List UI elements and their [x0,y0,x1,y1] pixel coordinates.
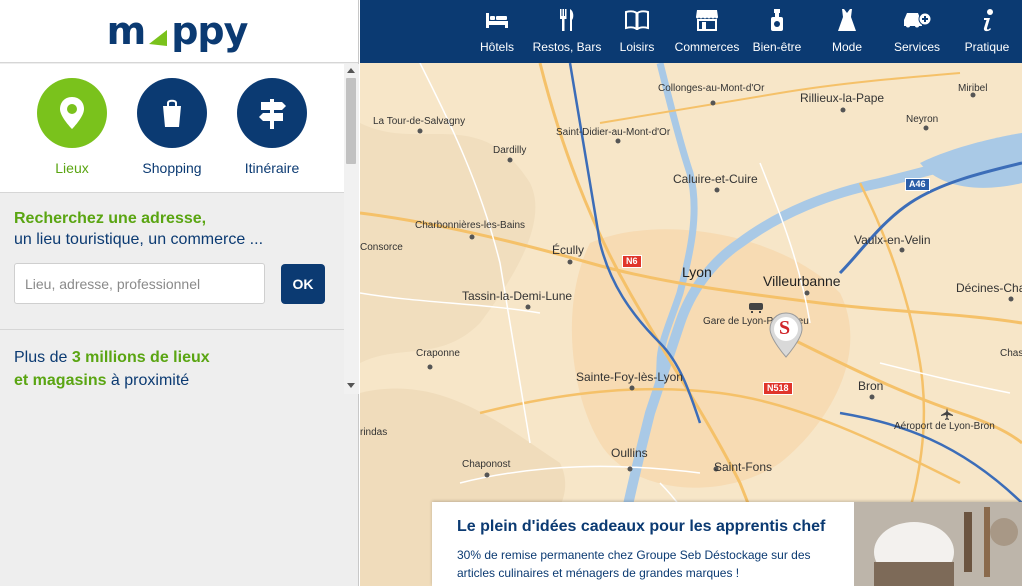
place-label: Tassin-la-Demi-Lune [462,289,573,303]
marker-letter: S [779,317,791,339]
left-panel: m ppy Lieux Shopping Itinéraire Recherch… [0,0,359,586]
store-icon [695,8,719,32]
promo-highlight-1: 3 millions de lieux [71,349,210,366]
mode-lieux[interactable]: Lieux [37,78,107,192]
mode-itineraire[interactable]: Itinéraire [237,78,307,192]
nav-services-label: Services [893,40,940,54]
nav-services[interactable]: Services [882,0,952,63]
nav-loisirs[interactable]: Loisirs [602,0,672,63]
nav-commerces-label: Commerces [674,40,740,54]
category-nav: Hôtels Restos, Bars Loisirs Commerces Bi… [360,0,1022,63]
place-label: Craponne [416,348,460,359]
search-section: Recherchez une adresse, un lieu touristi… [0,194,344,330]
place-label: Rillieux-la-Pape [800,91,885,105]
app-root: m ppy Lieux Shopping Itinéraire Recherch… [0,0,1022,586]
place-label: Sainte-Foy-lès-Lyon [576,370,683,384]
nav-bien-etre-label: Bien-être [752,40,802,54]
nav-mode-label: Mode [831,40,863,54]
nav-bien-etre[interactable]: Bien-être [742,0,812,63]
place-label: Bron [858,379,884,393]
ok-button[interactable]: OK [281,263,325,304]
ad-text: 30% de remise permanente chez Groupe Seb… [457,548,811,580]
place-label: Consorce [360,242,403,253]
promo-prefix: Plus de [14,349,72,366]
search-subtitle: un lieu touristique, un commerce ... [14,231,264,248]
scroll-thumb[interactable] [346,78,356,164]
search-row: OK [14,263,330,304]
place-label: Miribel [958,83,988,94]
place-label: Vaulx-en-Velin [854,233,931,247]
cutlery-icon [559,8,575,32]
train-station-icon[interactable] [748,301,764,313]
nav-restos-bars[interactable]: Restos, Bars [532,0,602,63]
nav-pratique[interactable]: Pratique [952,0,1022,63]
place-label: rindas [360,427,388,438]
place-label: Villeurbanne [763,273,841,289]
nav-restos-bars-label: Restos, Bars [532,40,602,54]
airport-icon[interactable] [940,407,954,421]
ad-banner[interactable]: Le plein d'idées cadeaux pour les appren… [432,502,1022,586]
bottle-icon [770,8,784,32]
place-label: Écully [552,243,585,257]
signpost-icon [237,78,307,148]
car-service-icon [902,8,932,32]
place-label: Décines-Charpieu [956,281,1022,295]
shopping-bag-icon [137,78,207,148]
promo-suffix: à proximité [106,372,190,389]
search-title: Recherchez une adresse, [14,210,207,227]
place-label: Neyron [906,114,939,125]
logo-bar: m ppy [0,0,358,63]
info-icon [980,8,994,32]
mode-lieux-label: Lieux [55,160,89,176]
nav-commerces[interactable]: Commerces [672,0,742,63]
place-label: Aéroport de Lyon-Bron [894,421,995,432]
place-label: Saint-Fons [714,460,773,474]
bed-icon [485,8,509,32]
place-label: Chaponost [462,459,511,470]
road-badge: N518 [763,382,793,395]
mode-shopping[interactable]: Shopping [137,78,207,192]
dress-icon [837,8,857,32]
book-icon [625,8,649,32]
mode-itineraire-label: Itinéraire [244,160,300,176]
road-badge: N6 [622,255,642,268]
place-label: Lyon [682,264,712,280]
nav-hotels-label: Hôtels [479,40,514,54]
ad-kitchen-photo [854,502,1022,586]
left-panel-scrollbar[interactable] [344,64,359,394]
road-badge: A46 [905,178,930,191]
place-label: Oullins [611,446,648,460]
search-input[interactable] [14,263,265,304]
scroll-down-arrow-icon[interactable] [347,383,355,388]
place-label: Dardilly [493,145,527,156]
place-label: Collonges-au-Mont-d'Or [658,83,765,94]
ad-image[interactable] [854,502,1022,586]
place-label: Caluire-et-Cuire [673,172,758,186]
nav-loisirs-label: Loisirs [619,40,655,54]
place-label: Saint-Didier-au-Mont-d'Or [556,127,671,138]
promo-highlight-2: et magasins [14,372,107,389]
mode-shopping-label: Shopping [142,160,202,176]
nav-pratique-label: Pratique [964,40,1010,54]
mappy-logo[interactable]: m ppy [107,12,249,50]
mode-selector: Lieux Shopping Itinéraire [0,64,344,193]
place-label: Charbonnières-les-Bains [415,220,526,231]
place-label: La Tour-de-Salvagny [373,116,466,127]
promo-text: Plus de 3 millions de lieux et magasins … [14,346,334,392]
nav-mode[interactable]: Mode [812,0,882,63]
logo-triangle-icon [149,30,168,46]
nav-hotels[interactable]: Hôtels [462,0,532,63]
scroll-up-arrow-icon[interactable] [347,68,355,73]
ad-title[interactable]: Le plein d'idées cadeaux pour les appren… [457,518,825,536]
place-label: Chass [1000,348,1022,359]
map-pin-icon [37,78,107,148]
